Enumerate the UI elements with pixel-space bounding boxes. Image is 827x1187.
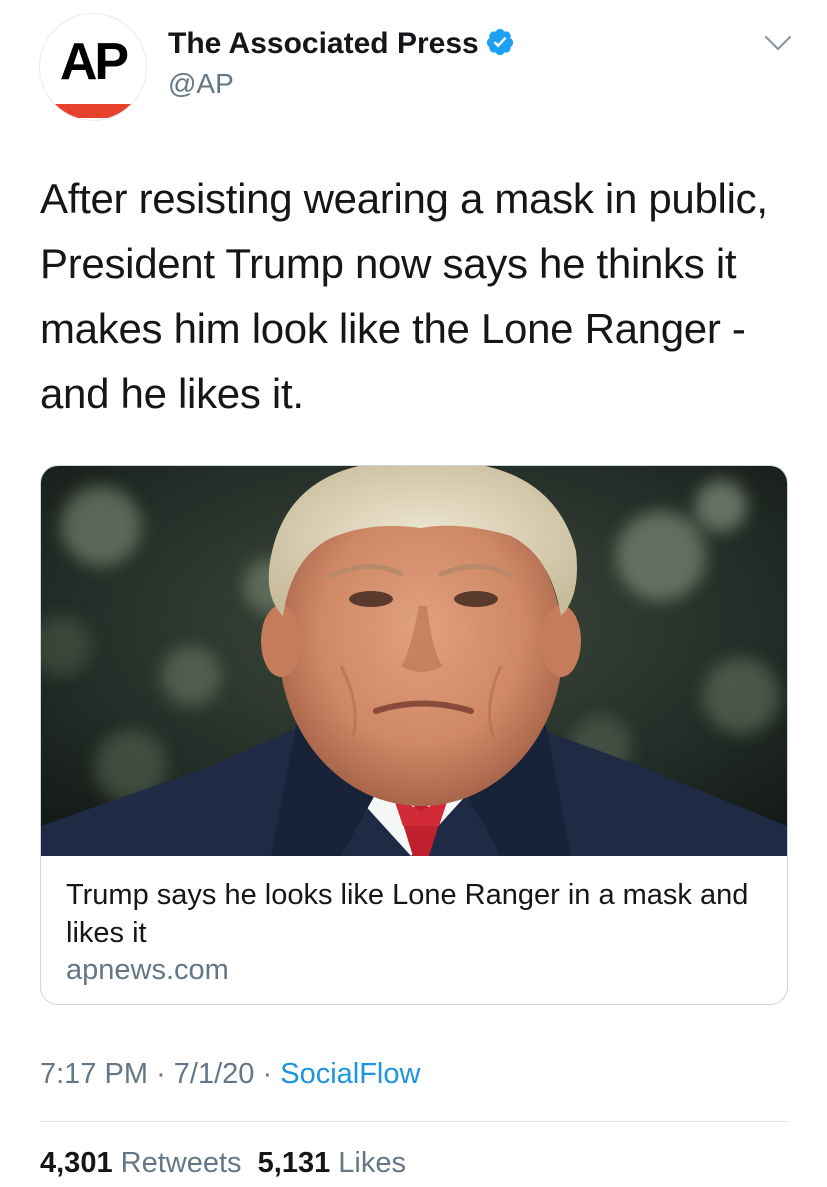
card-photo[interactable] (41, 466, 787, 856)
meta-separator: · (156, 1058, 166, 1090)
likes-label: Likes (338, 1147, 406, 1179)
tweet-metadata: 7:17 PM · 7/1/20 · SocialFlow (40, 1056, 420, 1092)
likes-count: 5,131 (257, 1147, 331, 1179)
author-name-row[interactable]: The Associated Press (168, 26, 515, 62)
tweet-text: After resisting wearing a mask in public… (40, 175, 768, 417)
link-card[interactable]: Trump says he looks like Lone Ranger in … (40, 465, 788, 1005)
tweet-time[interactable]: 7:17 PM (40, 1058, 148, 1090)
tweet-stats: 4,301 Retweets 5,131 Likes (40, 1145, 406, 1181)
card-title[interactable]: Trump says he looks like Lone Ranger in … (66, 876, 766, 952)
avatar[interactable]: AP (39, 13, 147, 121)
likes-stat[interactable]: 5,131 Likes (258, 1147, 406, 1179)
chevron-down-icon[interactable] (764, 34, 792, 52)
retweets-stat[interactable]: 4,301 Retweets (40, 1147, 242, 1179)
ap-logo: AP (59, 33, 129, 91)
meta-separator: · (262, 1058, 273, 1090)
verified-badge-icon (486, 28, 513, 56)
card-photo-art (41, 466, 787, 856)
retweets-label: Retweets (120, 1147, 242, 1179)
card-domain: apnews.com (66, 954, 229, 986)
retweets-count: 4,301 (40, 1147, 113, 1179)
tweet-date[interactable]: 7/1/20 (174, 1058, 255, 1090)
author-display-name[interactable]: The Associated Press (168, 27, 479, 60)
divider (40, 1121, 788, 1122)
author-handle[interactable]: @AP (168, 67, 234, 101)
tweet-source-link[interactable]: SocialFlow (280, 1058, 420, 1090)
ap-logo-red-bar (52, 104, 134, 118)
